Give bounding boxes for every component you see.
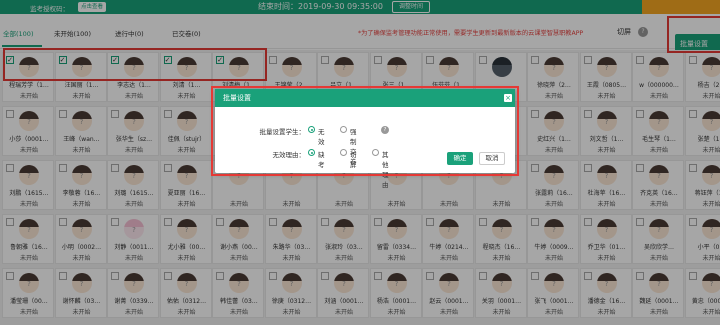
dialog-highlight [211,86,519,176]
